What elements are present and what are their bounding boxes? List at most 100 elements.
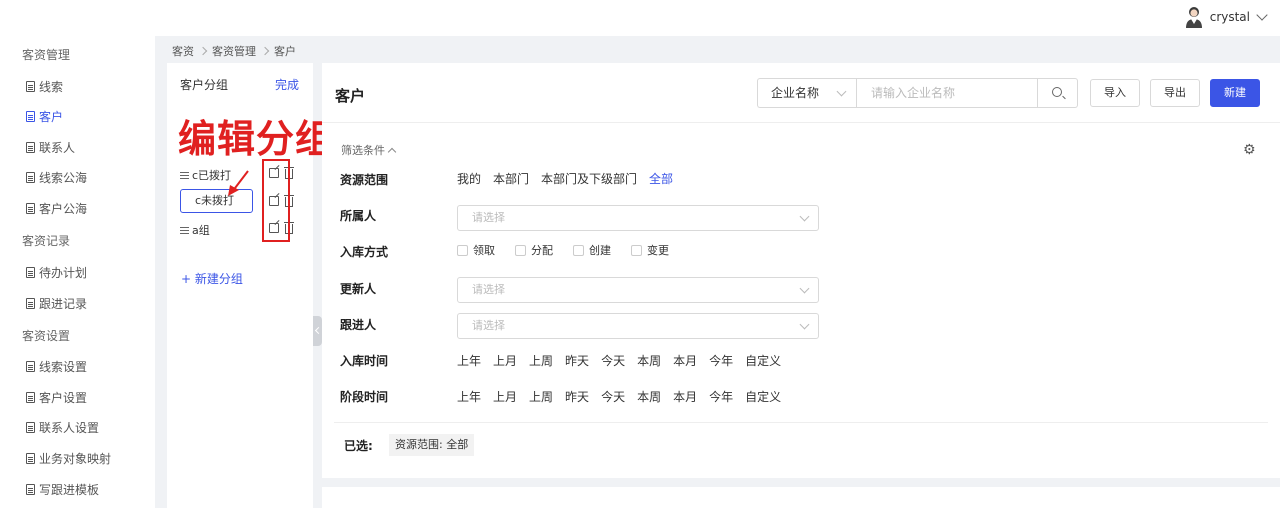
sidebar-item-contacts[interactable]: 联系人 xyxy=(26,139,75,156)
divider xyxy=(322,122,1280,123)
chevron-down-icon xyxy=(799,319,810,330)
chevron-down-icon xyxy=(799,283,810,294)
sidebar-group-customer-mgmt: 客资管理 xyxy=(22,48,71,62)
annotation-text: 编辑分组 xyxy=(178,116,335,161)
sidebar-item-lead-pool[interactable]: 线索公海 xyxy=(26,169,87,186)
sidebar-item-follow-records[interactable]: 跟进记录 xyxy=(26,295,87,312)
intake-checkbox[interactable]: 变更 xyxy=(631,242,669,258)
search-input[interactable]: 请输入企业名称 xyxy=(856,78,1038,108)
time-option[interactable]: 上周 xyxy=(529,352,553,369)
sidebar-item-customers[interactable]: 客户 xyxy=(26,108,63,125)
document-icon xyxy=(26,81,35,92)
document-icon xyxy=(26,484,35,495)
intake-checkbox[interactable]: 分配 xyxy=(515,242,553,258)
time-option[interactable]: 今天 xyxy=(601,388,625,405)
sidebar-item-customer-settings[interactable]: 客户设置 xyxy=(26,389,87,406)
filter-label-follower: 跟进人 xyxy=(340,318,377,332)
chosen-filter-tag[interactable]: 资源范围: 全部 xyxy=(389,434,475,456)
time-option[interactable]: 自定义 xyxy=(745,388,781,405)
filter-label-intake-time: 入库时间 xyxy=(340,354,389,368)
sidebar-item-todo-plan[interactable]: 待办计划 xyxy=(26,264,87,281)
sidebar-group-settings: 客资设置 xyxy=(22,329,71,343)
time-option[interactable]: 今天 xyxy=(601,352,625,369)
divider xyxy=(334,422,1268,423)
time-option[interactable]: 今年 xyxy=(709,352,733,369)
group-item[interactable]: a组 xyxy=(180,222,210,238)
sidebar-group-records: 客资记录 xyxy=(22,234,71,248)
sidebar-item-customer-pool[interactable]: 客户公海 xyxy=(26,200,87,217)
sidebar-item-lead-settings[interactable]: 线索设置 xyxy=(26,358,87,375)
time-option[interactable]: 本周 xyxy=(637,352,661,369)
follower-select[interactable]: 请选择 xyxy=(457,313,819,339)
import-button[interactable]: 导入 xyxy=(1090,79,1140,107)
time-option[interactable]: 昨天 xyxy=(565,352,589,369)
group-panel-title: 客户分组 xyxy=(180,78,229,92)
checkbox[interactable] xyxy=(515,244,526,256)
filter-label-scope: 资源范围 xyxy=(340,173,389,187)
collapse-handle[interactable] xyxy=(313,316,322,346)
main-panel xyxy=(322,63,1280,478)
top-bar: crystal xyxy=(0,0,1280,36)
sidebar-item-leads[interactable]: 线索 xyxy=(26,78,63,95)
filter-label-updater: 更新人 xyxy=(340,282,377,296)
document-icon xyxy=(26,111,35,122)
breadcrumb-item: 客户 xyxy=(274,45,296,58)
chevron-up-icon xyxy=(387,147,397,156)
page-title: 客户 xyxy=(335,87,366,105)
intake-checkbox[interactable]: 领取 xyxy=(457,242,495,258)
chevron-right-icon xyxy=(198,46,208,56)
search-button[interactable] xyxy=(1038,78,1078,108)
main-bottom-panel xyxy=(322,487,1280,508)
filter-toggle[interactable]: 筛选条件 xyxy=(341,142,397,158)
owner-select[interactable]: 请选择 xyxy=(457,205,819,231)
sidebar-item-object-mapping[interactable]: 业务对象映射 xyxy=(26,450,111,467)
chevron-down-icon xyxy=(799,211,810,222)
scope-option[interactable]: 本部门及下级部门 xyxy=(541,170,637,187)
time-option[interactable]: 上月 xyxy=(493,388,517,405)
create-button[interactable]: 新建 xyxy=(1210,79,1260,107)
breadcrumb: 客资 客资管理 客户 xyxy=(172,43,296,59)
scope-option-selected[interactable]: 全部 xyxy=(649,170,673,187)
document-icon xyxy=(26,267,35,278)
checkbox[interactable] xyxy=(631,244,642,256)
time-option[interactable]: 上月 xyxy=(493,352,517,369)
breadcrumb-item[interactable]: 客资管理 xyxy=(212,43,256,59)
group-item[interactable]: c已拨打 xyxy=(180,167,231,183)
time-option[interactable]: 昨天 xyxy=(565,388,589,405)
new-group-button[interactable]: + 新建分组 xyxy=(181,270,243,287)
checkbox[interactable] xyxy=(457,244,468,256)
sidebar-item-contact-settings[interactable]: 联系人设置 xyxy=(26,419,99,436)
document-icon xyxy=(26,453,35,464)
export-button[interactable]: 导出 xyxy=(1150,79,1200,107)
user-menu[interactable]: crystal xyxy=(1184,6,1268,28)
time-option[interactable]: 本月 xyxy=(673,352,697,369)
scope-options: 我的 本部门 本部门及下级部门 全部 xyxy=(457,170,673,187)
document-icon xyxy=(26,392,35,403)
checkbox[interactable] xyxy=(573,244,584,256)
time-option[interactable]: 上周 xyxy=(529,388,553,405)
time-option[interactable]: 自定义 xyxy=(745,352,781,369)
annotation-highlight-box xyxy=(262,159,290,242)
list-icon xyxy=(180,226,189,234)
search-icon xyxy=(1052,87,1062,97)
document-icon xyxy=(26,361,35,372)
scope-option[interactable]: 本部门 xyxy=(493,170,529,187)
chevron-right-icon xyxy=(260,46,270,56)
time-option[interactable]: 上年 xyxy=(457,388,481,405)
time-option[interactable]: 今年 xyxy=(709,388,733,405)
avatar xyxy=(1185,7,1202,28)
time-option[interactable]: 上年 xyxy=(457,352,481,369)
search-field-select[interactable]: 企业名称 xyxy=(757,78,856,108)
gear-icon[interactable]: ⚙ xyxy=(1243,142,1256,158)
scope-option[interactable]: 我的 xyxy=(457,170,481,187)
filter-label-stage-time: 阶段时间 xyxy=(340,390,389,404)
intake-checkbox[interactable]: 创建 xyxy=(573,242,611,258)
time-option[interactable]: 本月 xyxy=(673,388,697,405)
updater-select[interactable]: 请选择 xyxy=(457,277,819,303)
sidebar-item-follow-template[interactable]: 写跟进模板 xyxy=(26,481,99,498)
intake-method-options: 领取 分配 创建 变更 xyxy=(457,242,689,258)
done-button[interactable]: 完成 xyxy=(275,76,299,93)
time-option[interactable]: 本周 xyxy=(637,388,661,405)
annotation-arrow-icon xyxy=(228,170,249,196)
breadcrumb-item[interactable]: 客资 xyxy=(172,43,194,59)
